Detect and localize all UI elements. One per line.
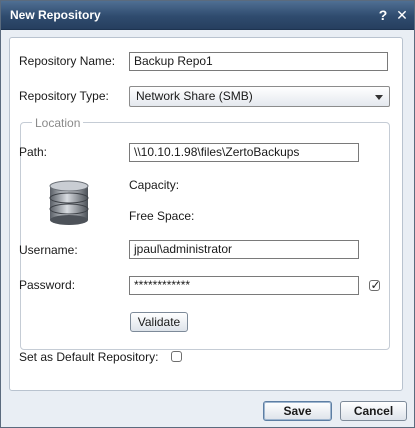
password-label: Password: [19,278,76,292]
username-label: Username: [19,243,78,257]
show-password-checkbox[interactable]: ✓ [369,278,381,292]
path-input[interactable]: \\10.10.1.98\files\ZertoBackups [129,143,359,162]
path-label: Path: [19,145,48,159]
username-input[interactable]: jpaul\administrator [129,240,359,259]
dialog-titlebar[interactable]: New Repository ? ✕ [1,1,414,30]
validate-button[interactable]: Validate [130,312,188,332]
repository-name-label: Repository Name: [19,54,116,68]
repository-type-value: Network Share (SMB) [136,89,253,103]
form-panel: Repository Name: Backup Repo1 Repository… [9,37,403,391]
default-repository-checkbox[interactable] [171,351,182,362]
capacity-label: Capacity: [129,178,180,192]
new-repository-dialog: New Repository ? ✕ Repository Name: Back… [0,0,415,428]
checkmark-icon: ✓ [370,278,381,292]
dialog-title: New Repository [10,8,101,22]
close-icon[interactable]: ✕ [394,7,410,23]
database-icon [49,180,89,225]
free-space-label: Free Space: [129,209,195,223]
repository-name-input[interactable]: Backup Repo1 [129,52,388,71]
cancel-button[interactable]: Cancel [340,401,407,421]
password-input[interactable]: ************ [129,276,359,295]
repository-type-select[interactable]: Network Share (SMB) [129,86,390,107]
default-repository-label: Set as Default Repository: [19,350,159,364]
save-button[interactable]: Save [263,401,332,421]
location-legend: Location [32,116,84,130]
chevron-down-icon [375,95,383,100]
repository-type-label: Repository Type: [19,89,109,103]
help-icon[interactable]: ? [375,7,391,23]
